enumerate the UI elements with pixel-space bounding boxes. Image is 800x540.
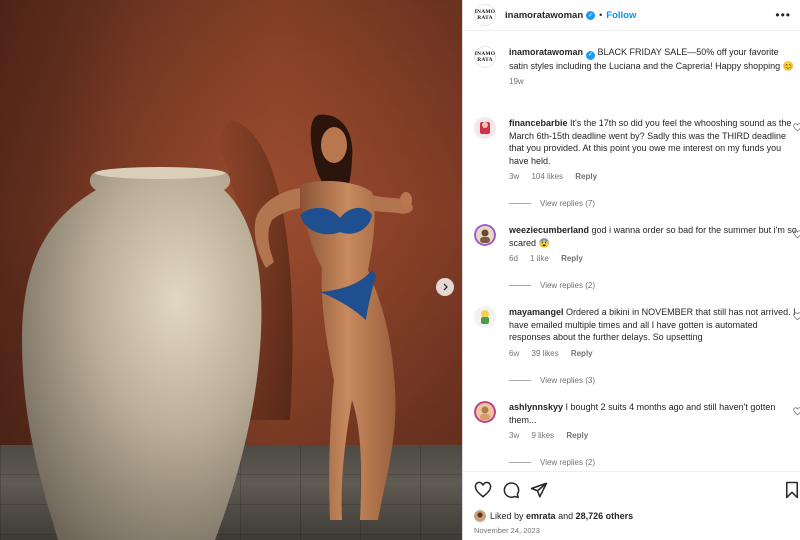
comment-time[interactable]: 6w (509, 349, 519, 358)
view-replies-label: View replies (7) (540, 199, 595, 208)
follow-button[interactable]: Follow (606, 10, 636, 21)
reply-button[interactable]: Reply (561, 254, 583, 263)
avatar[interactable] (474, 401, 496, 423)
carousel-next-button[interactable] (436, 278, 454, 296)
avatar[interactable] (474, 117, 496, 139)
likes-others[interactable]: 28,726 others (576, 511, 634, 521)
liker-avatar[interactable] (474, 510, 486, 522)
replies-divider (509, 203, 531, 204)
caption-username[interactable]: inamoratawoman (509, 47, 583, 57)
comment-time[interactable]: 3w (509, 172, 519, 181)
comment-item: weeziecumberland god i wanna order so ba… (474, 224, 800, 263)
avatar[interactable] (474, 306, 496, 328)
post-caption: INAMO RATA inamoratawoman ✓ BLACK FRIDAY … (474, 46, 794, 86)
replies-divider (509, 380, 531, 381)
heart-icon[interactable] (793, 312, 800, 321)
view-replies-label: View replies (2) (540, 281, 595, 290)
heart-icon[interactable] (474, 481, 492, 499)
view-replies-button[interactable]: View replies (7) (509, 199, 595, 208)
comment-item: financebarbie It's the 17th so did you f… (474, 117, 800, 181)
view-replies-button[interactable]: View replies (3) (509, 376, 595, 385)
logo-line-2: RATA (477, 15, 493, 21)
likes-prefix: Liked by (490, 511, 524, 521)
post-header: INAMO RATA inamoratawoman ✓ • Follow ••• (463, 0, 800, 31)
liker-username[interactable]: emrata (526, 511, 556, 521)
vase-rim (95, 167, 225, 179)
heart-icon[interactable] (793, 230, 800, 239)
comment-likes[interactable]: 104 likes (531, 172, 563, 181)
clay-vase (22, 172, 262, 540)
reply-button[interactable]: Reply (575, 172, 597, 181)
likes-and: and (558, 511, 574, 521)
heart-icon[interactable] (793, 407, 800, 416)
replies-divider (509, 285, 531, 286)
likes-summary: Liked by emrata and 28,726 others (474, 510, 633, 522)
avatar[interactable] (474, 224, 496, 246)
separator-dot: • (599, 10, 603, 20)
logo-line-2: RATA (477, 57, 493, 63)
comment-username[interactable]: ashlynnskyy (509, 402, 563, 412)
comment-time[interactable]: 3w (509, 431, 519, 440)
comments-list[interactable]: INAMO RATA inamoratawoman ✓ BLACK FRIDAY … (463, 31, 800, 471)
photo-scene (22, 114, 413, 540)
share-icon[interactable] (530, 481, 548, 499)
view-replies-label: View replies (2) (540, 458, 595, 467)
comment-likes[interactable]: 1 like (530, 254, 549, 263)
view-replies-button[interactable]: View replies (2) (509, 458, 595, 467)
comment-username[interactable]: mayamangel (509, 307, 564, 317)
reply-button[interactable]: Reply (571, 349, 593, 358)
heart-icon[interactable] (793, 123, 800, 132)
comment-item: mayamangel Ordered a bikini in NOVEMBER … (474, 306, 800, 358)
comment-username[interactable]: weeziecumberland (509, 225, 589, 235)
view-replies-label: View replies (3) (540, 376, 595, 385)
post-side-panel: INAMO RATA inamoratawoman ✓ • Follow •••… (462, 0, 800, 540)
comment-username[interactable]: financebarbie (509, 118, 568, 128)
verified-badge-icon: ✓ (586, 50, 596, 60)
comment-item: ashlynnskyy I bought 2 suits 4 months ag… (474, 401, 800, 440)
comment-likes[interactable]: 39 likes (531, 349, 558, 358)
post-actions: Liked by emrata and 28,726 others Novemb… (463, 471, 800, 540)
comment-time[interactable]: 6d (509, 254, 518, 263)
chevron-right-icon (443, 283, 448, 291)
caption-time[interactable]: 19w (509, 77, 524, 86)
bookmark-icon[interactable] (783, 481, 800, 499)
post-date[interactable]: November 24, 2023 (474, 526, 540, 535)
verified-badge-icon: ✓ (586, 10, 596, 20)
more-options-icon[interactable]: ••• (775, 8, 791, 22)
replies-divider (509, 462, 531, 463)
view-replies-button[interactable]: View replies (2) (509, 281, 595, 290)
reply-button[interactable]: Reply (566, 431, 588, 440)
account-username[interactable]: inamoratawoman (505, 10, 583, 21)
post-image (0, 0, 462, 540)
comment-likes[interactable]: 9 likes (531, 431, 554, 440)
instagram-post-modal: INAMO RATA inamoratawoman ✓ • Follow •••… (0, 0, 800, 540)
account-avatar[interactable]: INAMO RATA (474, 4, 496, 26)
caption-avatar[interactable]: INAMO RATA (474, 46, 496, 68)
comment-icon[interactable] (502, 481, 520, 499)
